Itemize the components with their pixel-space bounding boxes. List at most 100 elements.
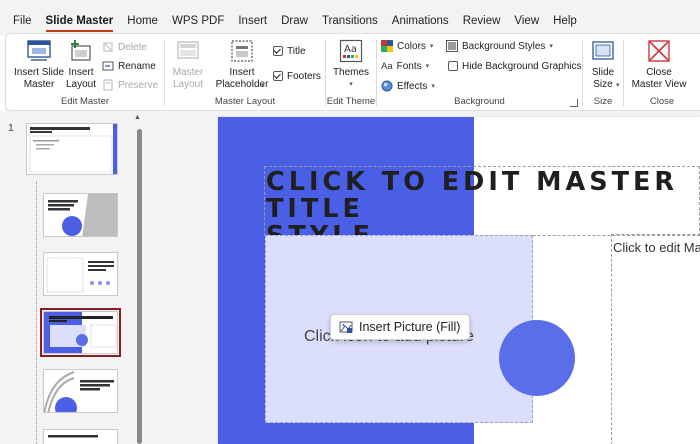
- insert-placeholder-button[interactable]: Insert Placeholder ▾: [215, 38, 269, 91]
- title-checkbox[interactable]: Title: [273, 42, 306, 60]
- insert-picture-tooltip: Insert Picture (Fill): [330, 314, 471, 340]
- chevron-down-icon: ▾: [425, 63, 430, 70]
- background-styles-button[interactable]: Background Styles ▾: [446, 37, 553, 55]
- chevron-down-icon: ▾: [616, 82, 620, 89]
- tab-slide-master[interactable]: Slide Master: [39, 0, 121, 36]
- layout-plus-icon: [68, 38, 94, 64]
- slide-thumbnail-selected[interactable]: [40, 308, 121, 357]
- thumbnail-preview: [48, 435, 98, 438]
- title-checkbox-label: Title: [287, 45, 306, 57]
- thumbnail-preview: [46, 257, 114, 293]
- tab-home[interactable]: Home: [120, 0, 165, 36]
- themes-icon: Aa: [338, 38, 364, 64]
- picture-icon: [339, 321, 353, 333]
- title-check-box[interactable]: [273, 46, 283, 56]
- group-close: Close Master View Close: [624, 34, 700, 110]
- group-label-master-layout: Master Layout: [214, 96, 276, 107]
- tab-help[interactable]: Help: [546, 0, 584, 36]
- slide-thumbnail-layout[interactable]: [43, 193, 118, 237]
- group-master-layout: Master Layout Insert Placeholder ▾ Title…: [165, 34, 325, 110]
- insert-slide-master-button[interactable]: Insert Slide Master: [12, 38, 66, 91]
- pin-icon: [103, 79, 113, 91]
- slide-thumbnail-layout[interactable]: [43, 429, 118, 444]
- fonts-icon: Aa: [381, 60, 393, 72]
- group-label-edit-master: Edit Master: [60, 96, 110, 107]
- slide-size-label: Slide Size: [591, 67, 615, 90]
- tab-review[interactable]: Review: [456, 0, 508, 36]
- tab-wps-pdf[interactable]: WPS PDF: [165, 0, 231, 36]
- preserve-label: Preserve: [118, 79, 159, 91]
- delete-label: Delete: [118, 41, 147, 53]
- footers-check-box[interactable]: [273, 71, 283, 81]
- ribbon: Insert Slide Master Insert Layout Delete…: [5, 33, 700, 111]
- placeholder-icon: [229, 38, 255, 64]
- close-master-view-button[interactable]: Close Master View: [628, 38, 690, 91]
- colors-button[interactable]: Colors ▾: [381, 37, 433, 55]
- insert-layout-button[interactable]: Insert Layout: [64, 38, 98, 91]
- menu-bar: File Slide Master Home WPS PDF Insert Dr…: [0, 0, 700, 36]
- tab-transitions[interactable]: Transitions: [315, 0, 385, 36]
- body-placeholder-text[interactable]: Click to edit Master text styles: [613, 240, 700, 255]
- tab-draw[interactable]: Draw: [274, 0, 315, 36]
- fonts-label: Fonts: [396, 60, 422, 72]
- chevron-down-icon: ▾: [349, 81, 353, 88]
- insert-slide-master-label: Insert Slide Master: [13, 67, 65, 90]
- slide-master-icon: [26, 38, 52, 64]
- colors-label: Colors: [397, 40, 426, 52]
- footers-checkbox[interactable]: Footers: [273, 67, 321, 85]
- master-layout-icon: [175, 38, 201, 64]
- svg-text:Aa: Aa: [344, 44, 357, 55]
- delete-button[interactable]: Delete: [102, 38, 147, 56]
- hide-background-graphics-checkbox[interactable]: Hide Background Graphics: [448, 57, 582, 75]
- rename-button[interactable]: Rename: [102, 57, 156, 75]
- fonts-button[interactable]: Aa Fonts ▾: [381, 57, 429, 75]
- thumbnail-number: 1: [8, 122, 14, 134]
- background-styles-icon: [446, 40, 458, 52]
- scroll-up-arrow-icon[interactable]: ▲: [134, 114, 141, 121]
- group-edit-theme: Aa Themes ▾ Edit Theme: [326, 34, 376, 110]
- thumbnail-preview: [44, 312, 117, 353]
- tab-insert[interactable]: Insert: [231, 0, 274, 36]
- thumbnail-preview: [48, 194, 117, 236]
- color-palette-icon: [381, 40, 393, 52]
- hide-background-graphics-label: Hide Background Graphics: [462, 60, 582, 72]
- rename-icon: [102, 61, 114, 71]
- thumbnail-preview: [29, 124, 117, 174]
- thumbnail-tree-line: [36, 181, 37, 444]
- thumbnail-scrollbar[interactable]: [137, 129, 142, 444]
- chevron-down-icon: ▾: [429, 43, 434, 50]
- group-label-background: Background: [454, 96, 505, 107]
- tooltip-label: Insert Picture (Fill): [359, 320, 461, 334]
- footers-checkbox-label: Footers: [287, 70, 321, 82]
- background-styles-label: Background Styles: [462, 40, 546, 52]
- close-icon: [646, 38, 672, 64]
- body-placeholder[interactable]: [611, 234, 700, 444]
- preserve-button[interactable]: Preserve: [102, 76, 158, 94]
- slide-thumbnail-master[interactable]: [26, 123, 118, 175]
- delete-icon: [103, 42, 113, 52]
- tab-animations[interactable]: Animations: [385, 0, 456, 36]
- group-size: Slide Size ▾ Size: [583, 34, 623, 110]
- group-label-close: Close: [649, 96, 675, 107]
- insert-layout-label: Insert Layout: [65, 67, 97, 90]
- master-layout-button[interactable]: Master Layout: [169, 38, 207, 91]
- slide-canvas[interactable]: CLICK TO EDIT MASTER TITLE STYLE Click i…: [218, 117, 700, 444]
- decorative-circle: [499, 320, 575, 396]
- master-layout-label: Master Layout: [172, 67, 204, 90]
- slide-thumbnail-layout[interactable]: [43, 252, 118, 296]
- effects-button[interactable]: Effects ▾: [381, 77, 435, 95]
- workspace: 1 ▲ CLICK TO EDIT MASTER TITLE Click Cli…: [0, 111, 700, 444]
- themes-button[interactable]: Aa Themes ▾: [329, 38, 373, 91]
- tab-file[interactable]: File: [6, 0, 39, 36]
- hide-background-check-box[interactable]: [448, 61, 458, 71]
- effects-label: Effects: [397, 80, 428, 92]
- group-label-size: Size: [593, 96, 613, 107]
- tab-view[interactable]: View: [507, 0, 546, 36]
- close-master-view-label: Close Master View: [631, 67, 687, 90]
- slide-thumbnail-layout[interactable]: [43, 369, 118, 413]
- thumbnail-preview: [44, 371, 114, 412]
- effects-icon: [381, 80, 393, 92]
- slide-size-icon: [590, 38, 616, 64]
- group-label-edit-theme: Edit Theme: [326, 96, 376, 107]
- slide-size-button[interactable]: Slide Size ▾: [585, 38, 621, 91]
